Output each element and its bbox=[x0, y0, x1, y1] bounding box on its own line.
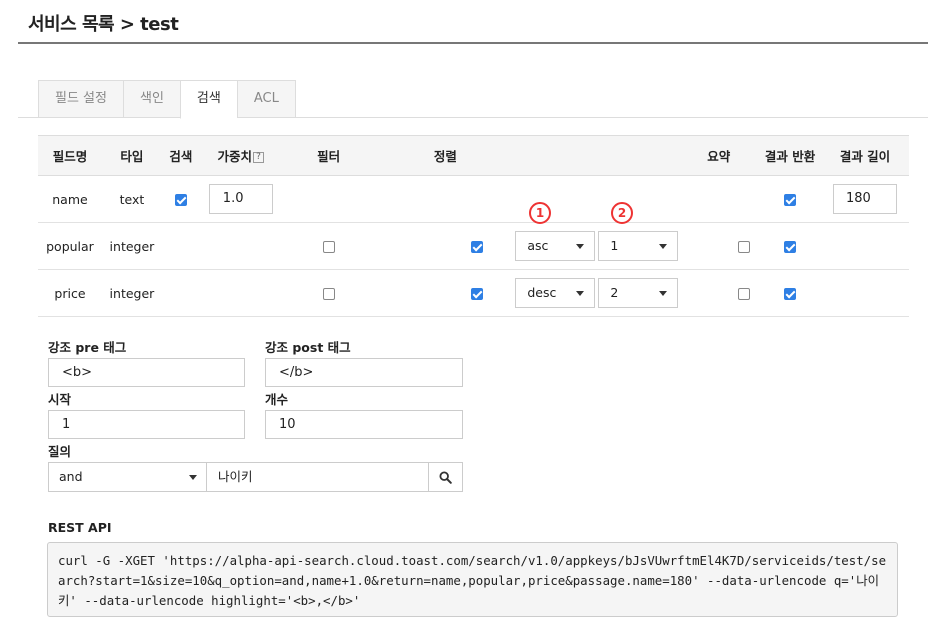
count-label: 개수 bbox=[265, 392, 289, 407]
filter-checkbox[interactable] bbox=[322, 288, 335, 300]
pre-tag-input[interactable]: <b> bbox=[48, 358, 245, 387]
tab-search[interactable]: 검색 bbox=[179, 80, 237, 119]
search-fields-table: 필드명 타입 검색 가중치? 필터 정렬 요약 결과 반환 결과 길이 name… bbox=[38, 135, 909, 317]
query-label: 질의 bbox=[48, 444, 72, 459]
field-name: popular bbox=[38, 222, 102, 270]
rest-api-label: REST API bbox=[48, 520, 112, 535]
col-sort-options bbox=[515, 135, 679, 176]
page-title: 서비스 목록 > test bbox=[28, 14, 179, 35]
col-sort: 정렬 bbox=[375, 135, 516, 176]
col-field-name: 필드명 bbox=[38, 135, 102, 176]
post-tag-label: 강조 post 태그 bbox=[265, 340, 351, 355]
filter-checkbox[interactable] bbox=[322, 241, 335, 253]
rest-api-command[interactable]: curl -G -XGET 'https://alpha-api-search.… bbox=[47, 542, 898, 617]
chevron-down-icon bbox=[576, 244, 585, 249]
sort-order-select[interactable]: asc bbox=[515, 231, 596, 261]
tabs-divider bbox=[18, 117, 928, 118]
chevron-down-icon bbox=[189, 475, 197, 480]
query-input[interactable]: 나이키 bbox=[207, 463, 429, 491]
field-name: price bbox=[38, 269, 102, 317]
pre-tag-label: 강조 pre 태그 bbox=[48, 340, 127, 355]
query-group: and 나이키 bbox=[48, 462, 463, 492]
tab-bar: 필드 설정 색인 검색 ACL bbox=[38, 80, 296, 119]
search-icon bbox=[439, 470, 452, 484]
title-divider bbox=[18, 42, 928, 44]
summary-checkbox[interactable] bbox=[738, 241, 751, 253]
table-header-row: 필드명 타입 검색 가중치? 필터 정렬 요약 결과 반환 결과 길이 bbox=[38, 135, 909, 176]
field-type: integer bbox=[101, 222, 162, 270]
sort-order-value: asc bbox=[527, 238, 549, 253]
result-length-input[interactable]: 180 bbox=[833, 184, 897, 214]
table-row: name text 1.0 180 bbox=[38, 175, 909, 223]
count-input[interactable]: 10 bbox=[265, 410, 463, 439]
post-tag-input[interactable]: </b> bbox=[265, 358, 463, 387]
sort-order-value: desc bbox=[527, 285, 557, 300]
col-type: 타입 bbox=[101, 135, 162, 176]
tab-field-settings[interactable]: 필드 설정 bbox=[38, 80, 123, 118]
sort-priority-select[interactable]: 1 bbox=[598, 231, 679, 261]
table-row: price integer desc 2 bbox=[38, 269, 909, 317]
return-checkbox[interactable] bbox=[784, 288, 797, 300]
col-filter: 필터 bbox=[281, 135, 376, 176]
sort-priority-value: 2 bbox=[610, 285, 619, 300]
start-label: 시작 bbox=[48, 392, 72, 407]
help-icon[interactable]: ? bbox=[253, 152, 265, 163]
query-option-select[interactable]: and bbox=[49, 463, 207, 491]
annotation-badge-1: 1 bbox=[529, 202, 551, 224]
return-checkbox[interactable] bbox=[784, 241, 797, 253]
col-search: 검색 bbox=[161, 135, 200, 176]
chevron-down-icon bbox=[659, 244, 668, 249]
weight-label: 가중치 bbox=[217, 149, 253, 164]
tab-index[interactable]: 색인 bbox=[122, 80, 180, 118]
sort-checkbox[interactable] bbox=[471, 241, 484, 253]
field-type: text bbox=[101, 175, 162, 223]
start-input[interactable]: 1 bbox=[48, 410, 245, 439]
col-length: 결과 길이 bbox=[821, 135, 909, 176]
tab-acl[interactable]: ACL bbox=[236, 80, 296, 118]
chevron-down-icon bbox=[576, 291, 585, 296]
col-summary: 요약 bbox=[678, 135, 760, 176]
chevron-down-icon bbox=[659, 291, 668, 296]
weight-input[interactable]: 1.0 bbox=[208, 184, 273, 214]
search-checkbox[interactable] bbox=[174, 194, 187, 206]
return-checkbox[interactable] bbox=[784, 194, 797, 206]
field-name: name bbox=[38, 175, 102, 223]
query-option-value: and bbox=[59, 469, 83, 484]
search-button[interactable] bbox=[429, 463, 462, 491]
summary-checkbox[interactable] bbox=[738, 288, 751, 300]
col-return: 결과 반환 bbox=[759, 135, 822, 176]
sort-priority-value: 1 bbox=[610, 238, 619, 253]
annotation-badge-2: 2 bbox=[611, 202, 633, 224]
sort-order-select[interactable]: desc bbox=[515, 278, 596, 308]
table-row: popular integer asc 1 bbox=[38, 222, 909, 270]
field-type: integer bbox=[101, 269, 162, 317]
col-weight: 가중치? bbox=[199, 135, 282, 176]
sort-priority-select[interactable]: 2 bbox=[598, 278, 679, 308]
sort-checkbox[interactable] bbox=[471, 288, 484, 300]
